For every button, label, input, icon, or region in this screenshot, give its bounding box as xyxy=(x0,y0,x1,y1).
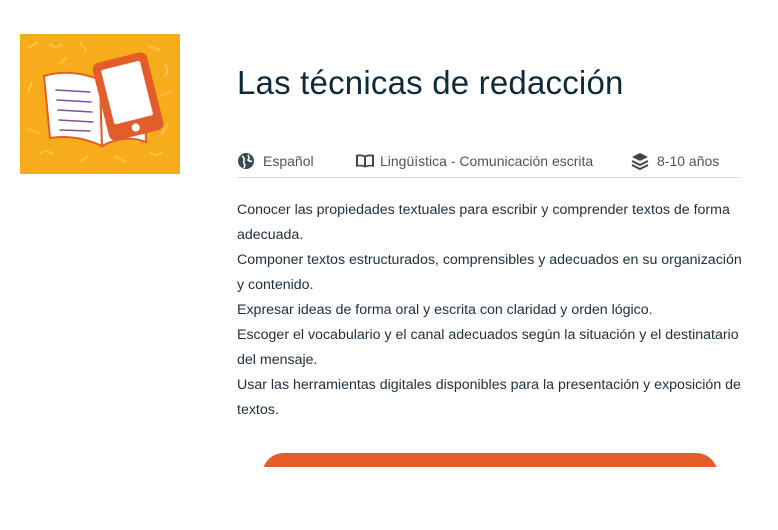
open-book-icon xyxy=(355,152,375,170)
objective-item: Componer textos estructurados, comprensi… xyxy=(237,252,742,293)
objectives-list: Conocer las propiedades textuales para e… xyxy=(237,198,742,423)
objective-item: Expresar ideas de forma oral y escrita c… xyxy=(237,302,653,318)
resource-thumbnail xyxy=(20,34,180,174)
meta-language-label: Español xyxy=(263,153,314,169)
meta-age: 8-10 años xyxy=(631,152,720,171)
layers-icon xyxy=(631,152,649,171)
objective-item: Escoger el vocabulario y el canal adecua… xyxy=(237,327,739,368)
page-title: Las técnicas de redacción xyxy=(237,64,624,101)
meta-subject-label: Lingüística - Comunicación escrita xyxy=(380,153,594,169)
book-tablet-icon xyxy=(27,41,171,163)
objective-item: Conocer las propiedades textuales para e… xyxy=(237,202,730,243)
objective-item: Usar las herramientas digitales disponib… xyxy=(237,377,741,418)
globe-icon xyxy=(237,152,255,170)
meta-subject: Lingüística - Comunicación escrita xyxy=(355,152,593,170)
viewport-fold xyxy=(0,467,778,530)
resource-meta-bar: Español Lingüística - Comunicación escri… xyxy=(237,150,740,178)
meta-language: Español xyxy=(237,152,314,170)
meta-age-label: 8-10 años xyxy=(657,153,720,169)
